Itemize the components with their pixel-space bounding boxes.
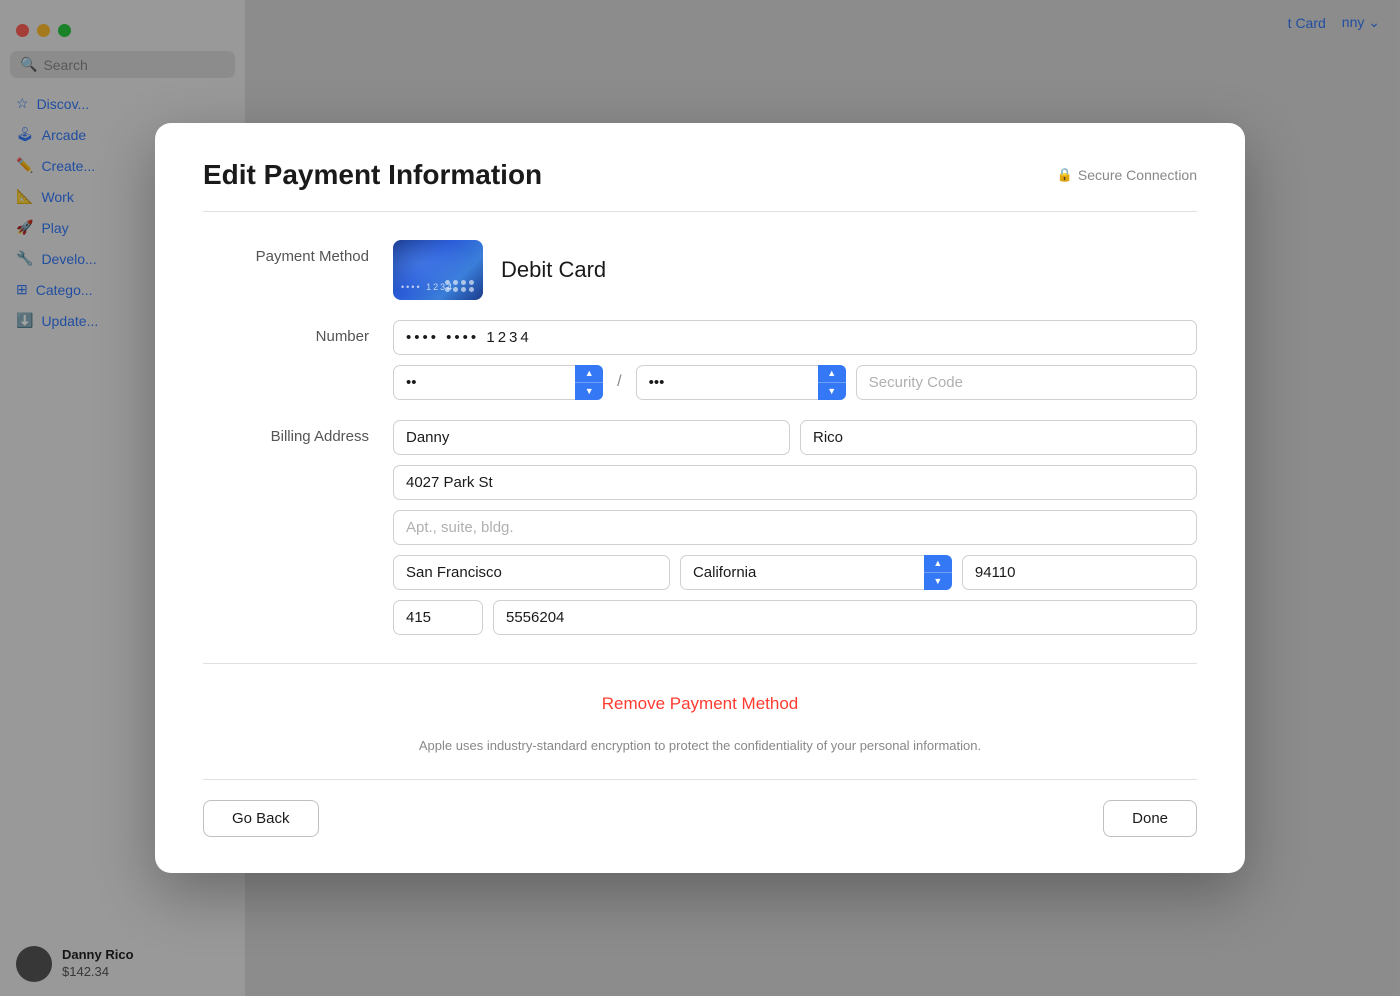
date-separator: / xyxy=(613,373,625,391)
city-input[interactable] xyxy=(393,555,670,590)
go-back-button[interactable]: Go Back xyxy=(203,800,319,837)
area-code-input[interactable] xyxy=(393,600,483,635)
lock-icon: 🔒 xyxy=(1057,167,1073,183)
last-name-input[interactable] xyxy=(800,420,1197,455)
secure-connection: 🔒 Secure Connection xyxy=(1057,167,1197,183)
number-label: Number xyxy=(203,320,393,345)
dialog-title: Edit Payment Information xyxy=(203,159,542,191)
year-stepper-arrows: ▲ ▼ xyxy=(818,365,846,400)
billing-address-row: Billing Address California xyxy=(203,420,1197,635)
first-name-input[interactable] xyxy=(393,420,790,455)
state-select[interactable]: California xyxy=(680,555,952,590)
expiry-security-row: ▲ ▼ / ▲ ▼ xyxy=(393,365,1197,400)
expiry-month-input[interactable] xyxy=(393,365,603,400)
expiry-year-input[interactable] xyxy=(636,365,846,400)
secure-label: Secure Connection xyxy=(1078,167,1197,183)
month-stepper-arrows: ▲ ▼ xyxy=(575,365,603,400)
footer-divider xyxy=(203,779,1197,780)
security-code-input[interactable] xyxy=(856,365,1197,400)
apt-input[interactable] xyxy=(393,510,1197,545)
payment-method-content: •••• 1234 Debit Card xyxy=(393,240,1197,300)
disclaimer-text: Apple uses industry-standard encryption … xyxy=(203,736,1197,756)
phone-number-input[interactable] xyxy=(493,600,1197,635)
edit-payment-dialog: Edit Payment Information 🔒 Secure Connec… xyxy=(155,123,1245,874)
modal-overlay: Edit Payment Information 🔒 Secure Connec… xyxy=(0,0,1400,996)
name-row xyxy=(393,420,1197,455)
remove-payment-button[interactable]: Remove Payment Method xyxy=(203,684,1197,724)
street-input[interactable] xyxy=(393,465,1197,500)
month-up-button[interactable]: ▲ xyxy=(575,365,603,383)
card-number-input[interactable] xyxy=(393,320,1197,355)
phone-row xyxy=(393,600,1197,635)
number-row: Number ▲ ▼ / ▲ xyxy=(203,320,1197,400)
city-state-zip-row: California ▲ ▼ xyxy=(393,555,1197,590)
payment-method-row: Payment Method •••• 1234 xyxy=(203,240,1197,300)
state-wrapper: California ▲ ▼ xyxy=(680,555,952,590)
expiry-month-wrapper: ▲ ▼ xyxy=(393,365,603,400)
expiry-year-wrapper: ▲ ▼ xyxy=(636,365,846,400)
month-down-button[interactable]: ▼ xyxy=(575,383,603,400)
dialog-header: Edit Payment Information 🔒 Secure Connec… xyxy=(203,159,1197,191)
number-content: ▲ ▼ / ▲ ▼ xyxy=(393,320,1197,400)
billing-address-content: California ▲ ▼ xyxy=(393,420,1197,635)
payment-method-display: •••• 1234 Debit Card xyxy=(393,240,1197,300)
header-divider xyxy=(203,211,1197,212)
footer-buttons: Go Back Done xyxy=(203,800,1197,837)
year-down-button[interactable]: ▼ xyxy=(818,383,846,400)
done-button[interactable]: Done xyxy=(1103,800,1197,837)
payment-method-label: Payment Method xyxy=(203,240,393,265)
card-image: •••• 1234 xyxy=(393,240,483,300)
payment-type: Debit Card xyxy=(501,257,606,283)
bottom-divider xyxy=(203,663,1197,664)
year-up-button[interactable]: ▲ xyxy=(818,365,846,383)
card-dots xyxy=(445,280,475,292)
billing-address-label: Billing Address xyxy=(203,420,393,445)
zip-input[interactable] xyxy=(962,555,1197,590)
